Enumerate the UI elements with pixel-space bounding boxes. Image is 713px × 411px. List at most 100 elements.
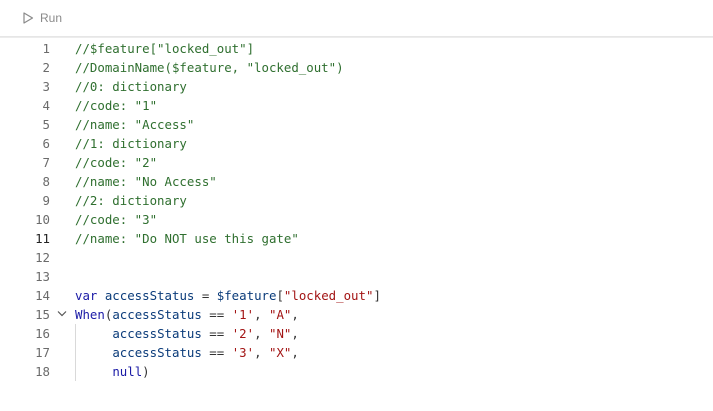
code-token: //code: "1" bbox=[75, 98, 158, 113]
line-number: 5 bbox=[42, 117, 50, 132]
code-token: //0: dictionary bbox=[75, 79, 187, 94]
line-number: 15 bbox=[35, 307, 50, 322]
indent-guide bbox=[75, 324, 76, 381]
toolbar: Run bbox=[0, 0, 713, 37]
code-line[interactable]: 15 When(accessStatus == '1', "A", bbox=[0, 305, 713, 324]
line-number: 17 bbox=[35, 345, 50, 360]
code-token: == bbox=[201, 345, 232, 360]
code-token: //name: "No Access" bbox=[75, 174, 217, 189]
line-number: 9 bbox=[42, 193, 50, 208]
code-text: var accessStatus = $feature["locked_out"… bbox=[75, 286, 381, 305]
code-line[interactable]: 12 bbox=[0, 248, 713, 267]
code-token: , bbox=[254, 345, 269, 360]
code-line[interactable]: 16 accessStatus == '2', "N", bbox=[0, 324, 713, 343]
code-text: //name: "Do NOT use this gate" bbox=[75, 229, 299, 248]
code-token: , bbox=[291, 345, 299, 360]
code-line[interactable]: 5 //name: "Access" bbox=[0, 115, 713, 134]
code-text: accessStatus == '3', "X", bbox=[75, 343, 299, 362]
code-line[interactable]: 13 bbox=[0, 267, 713, 286]
code-token: //$feature["locked_out"] bbox=[75, 41, 255, 56]
code-token: null bbox=[112, 364, 143, 379]
code-token: accessStatus bbox=[112, 307, 202, 322]
code-line[interactable]: 17 accessStatus == '3', "X", bbox=[0, 343, 713, 362]
code-text: null) bbox=[75, 362, 150, 381]
code-text: //0: dictionary bbox=[75, 77, 187, 96]
code-token: , bbox=[254, 307, 269, 322]
code-line[interactable]: 9 //2: dictionary bbox=[0, 191, 713, 210]
code-line[interactable]: 11 //name: "Do NOT use this gate" bbox=[0, 229, 713, 248]
code-text: //name: "Access" bbox=[75, 115, 194, 134]
code-text: //2: dictionary bbox=[75, 191, 187, 210]
code-token: //DomainName($feature, "locked_out") bbox=[75, 60, 344, 75]
code-token: '2' bbox=[231, 326, 255, 341]
code-token: //name: "Access" bbox=[75, 117, 195, 132]
code-token: , bbox=[291, 307, 299, 322]
code-text: //code: "3" bbox=[75, 210, 157, 229]
code-token: When bbox=[75, 307, 105, 322]
code-line[interactable]: 3 //0: dictionary bbox=[0, 77, 713, 96]
code-token: $feature bbox=[216, 288, 277, 303]
code-token: "N" bbox=[269, 326, 292, 341]
code-token: == bbox=[201, 307, 232, 322]
code-text: //DomainName($feature, "locked_out") bbox=[75, 58, 344, 77]
code-line[interactable]: 7 //code: "2" bbox=[0, 153, 713, 172]
code-line[interactable]: 14 var accessStatus = $feature["locked_ou… bbox=[0, 286, 713, 305]
line-number: 8 bbox=[42, 174, 50, 189]
code-token: //1: dictionary bbox=[75, 136, 187, 151]
code-token: accessStatus bbox=[112, 345, 202, 360]
code-token: ] bbox=[373, 288, 381, 303]
code-token: , bbox=[254, 326, 269, 341]
code-token: = bbox=[194, 288, 217, 303]
line-number: 2 bbox=[42, 60, 50, 75]
code-line[interactable]: 18 null) bbox=[0, 362, 713, 381]
code-token: == bbox=[201, 326, 232, 341]
line-number: 12 bbox=[35, 250, 50, 265]
line-number: 11 bbox=[35, 231, 50, 246]
line-number: 3 bbox=[42, 79, 50, 94]
code-token: accessStatus bbox=[112, 326, 202, 341]
code-token: //name: "Do NOT use this gate" bbox=[75, 231, 299, 246]
code-line[interactable]: 8 //name: "No Access" bbox=[0, 172, 713, 191]
line-number: 6 bbox=[42, 136, 50, 151]
code-text: //$feature["locked_out"] bbox=[75, 39, 254, 58]
code-token: accessStatus bbox=[104, 288, 195, 303]
code-token: //code: "2" bbox=[75, 155, 158, 170]
code-token: "locked_out" bbox=[283, 288, 374, 303]
fold-chevron-icon[interactable] bbox=[57, 305, 71, 324]
code-token: "X" bbox=[269, 345, 292, 360]
code-text: //1: dictionary bbox=[75, 134, 187, 153]
code-token: '3' bbox=[231, 345, 255, 360]
code-token: , bbox=[291, 326, 299, 341]
code-line[interactable]: 10 //code: "3" bbox=[0, 210, 713, 229]
line-number: 4 bbox=[42, 98, 50, 113]
code-line[interactable]: 4 //code: "1" bbox=[0, 96, 713, 115]
line-number: 18 bbox=[35, 364, 50, 379]
line-number: 1 bbox=[42, 41, 50, 56]
code-token: ) bbox=[142, 364, 150, 379]
code-line[interactable]: 2 //DomainName($feature, "locked_out") bbox=[0, 58, 713, 77]
run-button-label: Run bbox=[40, 11, 63, 25]
line-number: 14 bbox=[35, 288, 50, 303]
line-number: 10 bbox=[35, 212, 50, 227]
code-text: accessStatus == '2', "N", bbox=[75, 324, 299, 343]
line-number: 16 bbox=[35, 326, 50, 341]
code-token: [ bbox=[276, 288, 284, 303]
play-icon bbox=[22, 12, 34, 24]
line-number: 13 bbox=[35, 269, 50, 284]
line-number: 7 bbox=[42, 155, 50, 170]
code-line[interactable]: 6 //1: dictionary bbox=[0, 134, 713, 153]
code-token: "A" bbox=[269, 307, 292, 322]
code-editor[interactable]: 1 //$feature["locked_out"] 2 //DomainName($… bbox=[0, 37, 713, 411]
code-text: //code: "2" bbox=[75, 153, 157, 172]
run-button[interactable]: Run bbox=[22, 11, 62, 25]
code-line[interactable]: 1 //$feature["locked_out"] bbox=[0, 39, 713, 58]
code-text: //code: "1" bbox=[75, 96, 157, 115]
code-token: //2: dictionary bbox=[75, 193, 187, 208]
code-text: When(accessStatus == '1', "A", bbox=[75, 305, 299, 324]
code-token: var bbox=[75, 288, 105, 303]
code-text: //name: "No Access" bbox=[75, 172, 217, 191]
code-token: '1' bbox=[231, 307, 255, 322]
